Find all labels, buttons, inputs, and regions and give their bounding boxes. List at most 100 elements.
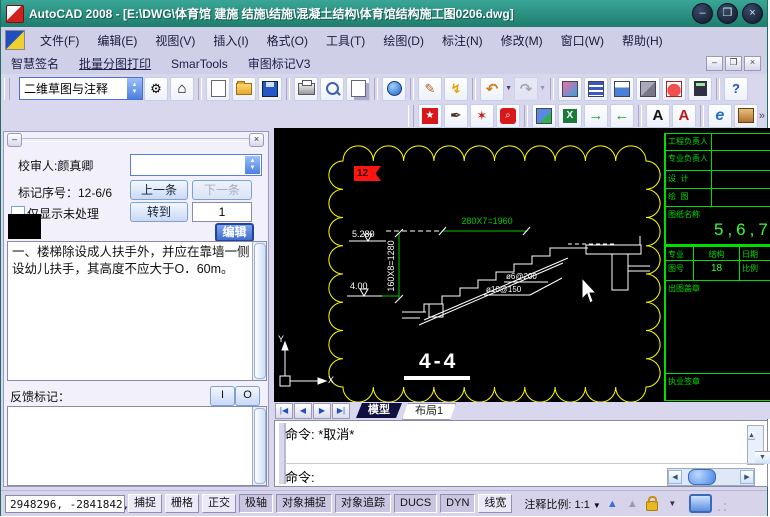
- tool-palettes-button[interactable]: [584, 77, 608, 101]
- menu-window[interactable]: 窗口(W): [552, 29, 613, 52]
- favorite-star-button[interactable]: ★: [418, 104, 442, 128]
- browser-button[interactable]: e: [708, 104, 732, 128]
- tab-prev-icon[interactable]: ◀: [294, 403, 312, 419]
- toggle-polar[interactable]: 极轴: [239, 494, 273, 513]
- audit-find-button[interactable]: ⌕: [496, 104, 520, 128]
- menu-file[interactable]: 文件(F): [31, 29, 88, 52]
- scroll-right-icon[interactable]: ▶: [740, 470, 754, 484]
- scale-dropdown-icon[interactable]: ▼: [593, 501, 601, 510]
- toggle-lineweight[interactable]: 线宽: [478, 494, 512, 513]
- toolbar-overflow-icon[interactable]: »: [759, 110, 765, 122]
- undo-button[interactable]: ↶▼: [480, 77, 504, 101]
- toggle-snap[interactable]: 捕捉: [128, 494, 162, 513]
- toggle-grid[interactable]: 栅格: [165, 494, 199, 513]
- tab-layout1[interactable]: 布局1: [402, 403, 456, 420]
- menu-smartools[interactable]: SmarTools: [161, 55, 238, 73]
- mark-combo-spinner-icon[interactable]: ▲▼: [245, 156, 260, 174]
- acad-red-button[interactable]: A: [672, 104, 696, 128]
- command-prompt-line[interactable]: 命令:: [285, 467, 315, 486]
- menu-dimension[interactable]: 标注(N): [433, 29, 492, 52]
- palette-header[interactable]: – ×: [4, 132, 268, 146]
- menu-modify[interactable]: 修改(M): [492, 29, 552, 52]
- next-mark-button[interactable]: 下一条: [192, 180, 252, 200]
- menu-smart-sign[interactable]: 智慧签名: [1, 53, 69, 74]
- sign-pen-button[interactable]: ✒: [444, 104, 468, 128]
- goto-input[interactable]: [192, 202, 252, 222]
- feedback-i-button[interactable]: I: [210, 386, 235, 406]
- hscroll-thumb[interactable]: [688, 469, 716, 485]
- menu-format[interactable]: 格式(O): [258, 29, 317, 52]
- toolbar-grip[interactable]: [4, 78, 10, 100]
- sheetset-manager-button[interactable]: [610, 77, 634, 101]
- menu-batch-plot[interactable]: 批量分图打印: [69, 53, 161, 74]
- clean-screen-button[interactable]: [689, 494, 712, 513]
- maximize-button[interactable]: ❐: [717, 3, 738, 24]
- menu-draw[interactable]: 绘图(D): [374, 29, 433, 52]
- toggle-ortho[interactable]: 正交: [202, 494, 236, 513]
- dwf-button[interactable]: [382, 77, 406, 101]
- toggle-osnap[interactable]: 对象捕捉: [276, 494, 332, 513]
- toggle-ducs[interactable]: DUCS: [394, 494, 437, 513]
- drawing-canvas[interactable]: 12 280X7=1960 5.280 160X8=1280 4.00 ø6@2…: [274, 128, 770, 402]
- child-close-button[interactable]: ×: [744, 56, 761, 71]
- resize-grip-icon[interactable]: [716, 501, 728, 513]
- command-scrollbar[interactable]: ▲ ▼: [747, 425, 764, 465]
- quickcalc-button[interactable]: [688, 77, 712, 101]
- menu-audit-mark-v3[interactable]: 审图标记V3: [238, 53, 321, 74]
- prev-mark-button[interactable]: 上一条: [130, 180, 188, 200]
- feedback-o-button[interactable]: O: [235, 386, 260, 406]
- excel-export-button[interactable]: X: [558, 104, 582, 128]
- plot-preview-button[interactable]: [320, 77, 344, 101]
- toggle-dyn[interactable]: DYN: [440, 494, 475, 513]
- minimize-button[interactable]: –: [692, 3, 713, 24]
- edit-button[interactable]: 编辑: [215, 223, 254, 242]
- menu-edit[interactable]: 编辑(E): [88, 29, 146, 52]
- feedback-textarea[interactable]: [7, 406, 267, 486]
- toolbar-grip[interactable]: [408, 105, 414, 127]
- child-minimize-button[interactable]: –: [706, 56, 723, 71]
- menu-view[interactable]: 视图(V): [146, 29, 204, 52]
- qnew-button[interactable]: [206, 77, 230, 101]
- quick-modify-button[interactable]: ↯: [444, 77, 468, 101]
- help-button[interactable]: ?: [724, 77, 748, 101]
- command-hscrollbar[interactable]: ◀ ▶: [667, 468, 755, 486]
- mark-combo[interactable]: ▲▼: [130, 154, 262, 176]
- toolbar-lock-icon[interactable]: [644, 495, 661, 512]
- annotation-autoscale-icon[interactable]: ▲: [624, 495, 641, 512]
- comment-textarea[interactable]: 一、楼梯除设成人扶手外，并应在靠墙一侧设幼儿扶手，其高度不应大于O．60m。: [7, 241, 267, 381]
- undo-dropdown-icon[interactable]: ▼: [505, 85, 512, 92]
- menu-insert[interactable]: 插入(I): [204, 29, 257, 52]
- notebook-button[interactable]: [734, 104, 758, 128]
- feedback-scrollbar[interactable]: [252, 407, 266, 485]
- menu-tools[interactable]: 工具(T): [317, 29, 374, 52]
- tab-first-icon[interactable]: |◀: [275, 403, 293, 419]
- palette-minimize-icon[interactable]: –: [7, 133, 22, 147]
- mark-color-swatch[interactable]: [8, 214, 41, 239]
- scroll-left-icon[interactable]: ◀: [668, 470, 682, 484]
- child-restore-button[interactable]: ❐: [725, 56, 742, 71]
- open-button[interactable]: [232, 77, 256, 101]
- match-properties-button[interactable]: ✎: [418, 77, 442, 101]
- designcenter-button[interactable]: [558, 77, 582, 101]
- annotation-scale-value[interactable]: 1:1: [575, 499, 590, 511]
- tab-model[interactable]: 模型: [356, 403, 402, 418]
- publish-button[interactable]: [346, 77, 370, 101]
- workspace-settings-button[interactable]: ⚙: [144, 77, 168, 101]
- home-button[interactable]: ⌂: [170, 77, 194, 101]
- toggle-otrack[interactable]: 对象追踪: [335, 494, 391, 513]
- save-button[interactable]: [258, 77, 282, 101]
- workspace-combo[interactable]: 二维草图与注释 ▲▼: [19, 77, 143, 100]
- palette-close-icon[interactable]: ×: [249, 133, 264, 147]
- comment-scrollbar[interactable]: [252, 242, 266, 380]
- markup-cloud-button[interactable]: [662, 77, 686, 101]
- export-user-button[interactable]: [532, 104, 556, 128]
- tab-next-icon[interactable]: ▶: [313, 403, 331, 419]
- send-forward-button[interactable]: →: [584, 104, 608, 128]
- goto-button[interactable]: 转到: [130, 202, 188, 222]
- scroll-up-icon[interactable]: ▲: [748, 432, 755, 440]
- menu-help[interactable]: 帮助(H): [613, 29, 672, 52]
- status-menu-arrow-icon[interactable]: ▼: [664, 495, 681, 512]
- close-button[interactable]: ×: [742, 3, 763, 24]
- redo-button[interactable]: ↷▼: [514, 77, 538, 101]
- markup-manager-button[interactable]: [636, 77, 660, 101]
